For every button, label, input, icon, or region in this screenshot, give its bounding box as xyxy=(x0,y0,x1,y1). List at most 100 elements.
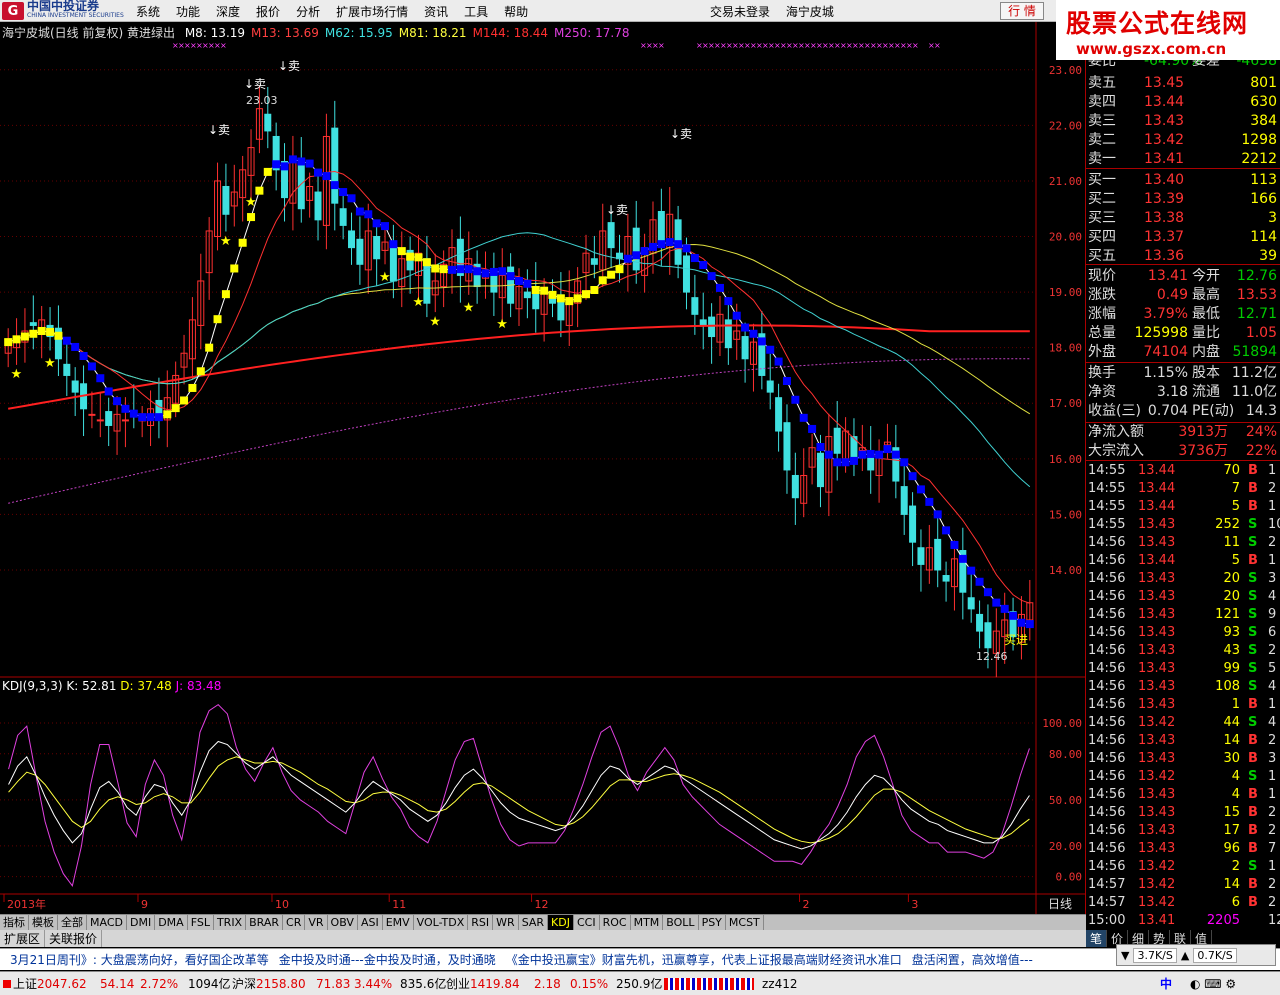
indicator-tab-mtm[interactable]: MTM xyxy=(631,915,664,930)
indicator-tab-vr[interactable]: VR xyxy=(305,915,328,930)
blue-block xyxy=(849,456,858,465)
menu-item-3[interactable]: 报价 xyxy=(248,3,288,20)
svg-text:×: × xyxy=(934,41,941,50)
indicator-tab-wr[interactable]: WR xyxy=(493,915,519,930)
ext-tab-0[interactable]: 扩展区 xyxy=(0,930,46,947)
indicator-tab-dmi[interactable]: DMI xyxy=(127,915,156,930)
quote-field-row: 净资 3.18 流通 11.0亿 xyxy=(1088,384,1277,400)
blue-block xyxy=(1017,618,1026,627)
price-axis-label: 23.00 xyxy=(1049,64,1082,77)
yellow-block xyxy=(180,396,189,405)
indicator-tab-mcst[interactable]: MCST xyxy=(726,915,764,930)
candle-body xyxy=(490,274,498,293)
indicator-tab-模板[interactable]: 模板 xyxy=(29,915,58,930)
indicator-tab-指标[interactable]: 指标 xyxy=(0,915,29,930)
blue-block xyxy=(121,404,130,413)
blue-block xyxy=(498,267,507,276)
yellow-block xyxy=(4,338,13,347)
cy-index-pct: 0.15% xyxy=(570,977,609,991)
indicator-tab-sar[interactable]: SAR xyxy=(519,915,549,930)
star-icon: ★ xyxy=(44,356,56,371)
indicator-tab-dma[interactable]: DMA xyxy=(155,915,188,930)
ma-label-3: M81: 18.21 xyxy=(398,26,467,40)
right-tab-0[interactable]: 笔 xyxy=(1086,930,1107,947)
ticker-item-0[interactable]: 3月21日周刊》: 大盘震荡向好，看好国企改革等 xyxy=(10,953,269,967)
blue-block xyxy=(489,267,498,276)
indicator-tab-全部[interactable]: 全部 xyxy=(58,915,87,930)
sz-index-change: 71.83 xyxy=(316,977,351,991)
price-axis-label: 15.00 xyxy=(1049,508,1082,521)
ticker-item-3[interactable]: 盘活闲置，高效增值--- xyxy=(912,953,1033,967)
quote-button[interactable]: 行 情 xyxy=(1000,2,1044,20)
indicator-tab-boll[interactable]: BOLL xyxy=(663,915,699,930)
svg-text:×: × xyxy=(658,41,665,50)
sh-index-change: 54.14 xyxy=(100,977,135,991)
menu-item-0[interactable]: 系统 xyxy=(128,3,168,20)
ime-indicator[interactable]: 中 xyxy=(1160,972,1172,995)
blue-block xyxy=(623,254,632,263)
indicator-tab-brar[interactable]: BRAR xyxy=(246,915,284,930)
indicator-tab-kdj[interactable]: KDJ xyxy=(548,915,574,930)
indicator-tab-asi[interactable]: ASI xyxy=(358,915,383,930)
blue-block xyxy=(280,162,289,171)
bid-row[interactable]: 买五 13.36 39 xyxy=(1086,247,1280,265)
yellow-block xyxy=(540,286,549,295)
ask-row[interactable]: 卖五 13.45 801 xyxy=(1086,74,1280,92)
candle-body xyxy=(833,427,841,454)
indicator-tab-roc[interactable]: ROC xyxy=(600,915,631,930)
ma-label-4: M144: 18.44 xyxy=(472,26,549,40)
bid-row[interactable]: 买四 13.37 114 xyxy=(1086,228,1280,246)
indicator-tab-psy[interactable]: PSY xyxy=(699,915,726,930)
bid-row[interactable]: 买二 13.39 166 xyxy=(1086,190,1280,208)
indicator-tab-cr[interactable]: CR xyxy=(283,915,306,930)
indicator-tab-vol-tdx[interactable]: VOL-TDX xyxy=(414,915,469,930)
blue-block xyxy=(992,598,1001,607)
yellow-block xyxy=(196,367,205,376)
bid-row[interactable]: 买三 13.38 3 xyxy=(1086,209,1280,227)
menu-item-7[interactable]: 工具 xyxy=(456,3,496,20)
quote-field-row: 外盘 74104 内盘 51894 xyxy=(1088,344,1277,360)
menu-item-4[interactable]: 分析 xyxy=(288,3,328,20)
indicator-tab-rsi[interactable]: RSI xyxy=(468,915,494,930)
candle-body xyxy=(976,613,984,632)
blue-block xyxy=(766,345,775,354)
cy-index-label[interactable]: 创业1419.84 xyxy=(446,972,520,995)
price-axis-label: 21.00 xyxy=(1049,175,1082,188)
period-label[interactable]: 日线 xyxy=(1048,897,1072,911)
sh-index-icon xyxy=(3,980,11,988)
ask-row[interactable]: 卖一 13.41 2212 xyxy=(1086,150,1280,168)
broker-logo: G 中国中投证券 CHINA INVESTMENT SECURITIES xyxy=(2,0,124,21)
ext-tab-1[interactable]: 关联报价 xyxy=(45,930,103,947)
trade-login-status[interactable]: 交易未登录 xyxy=(710,5,770,19)
indicator-tab-fsl[interactable]: FSL xyxy=(188,915,214,930)
blue-block xyxy=(1009,611,1018,620)
menu-item-1[interactable]: 功能 xyxy=(168,3,208,20)
sh-index-amount: 1094亿 xyxy=(188,977,231,991)
blue-block xyxy=(933,510,942,519)
ticker-item-2[interactable]: 《金中投迅赢宝》财富先机，迅赢尊享，代表上证报最高端财经资讯水准口 xyxy=(506,953,902,967)
yellow-block xyxy=(221,290,230,299)
indicator-tab-obv[interactable]: OBV xyxy=(328,915,358,930)
ticker-item-1[interactable]: 金中投及时通---金中投及时通，及时通晓 xyxy=(279,953,496,967)
menu-item-8[interactable]: 帮助 xyxy=(496,3,536,20)
ask-row[interactable]: 卖四 13.44 630 xyxy=(1086,93,1280,111)
yellow-block xyxy=(573,294,582,303)
news-ticker[interactable]: 3月21日周刊》: 大盘震荡向好，看好国企改革等 金中投及时通---金中投及时通，… xyxy=(0,948,1280,970)
menu-item-6[interactable]: 资讯 xyxy=(416,3,456,20)
menu-item-2[interactable]: 深度 xyxy=(208,3,248,20)
blue-block xyxy=(866,449,875,458)
ask-row[interactable]: 卖三 13.43 384 xyxy=(1086,112,1280,130)
indicator-tab-cci[interactable]: CCI xyxy=(574,915,600,930)
kline-chart[interactable]: 23.0022.0021.0020.0019.0018.0017.0016.00… xyxy=(0,22,1086,914)
sz-index-label[interactable]: 沪深2158.80 xyxy=(232,972,306,995)
blue-block xyxy=(113,397,122,406)
bid-row[interactable]: 买一 13.40 113 xyxy=(1086,171,1280,189)
indicator-tab-macd[interactable]: MACD xyxy=(87,915,127,930)
candle-body xyxy=(775,397,783,432)
chart-area[interactable]: 23.00 22.00 21.00 20.00 19.00 18.00 17.00 16.00… xyxy=(0,22,1086,914)
sh-index-label[interactable]: 上证2047.62 xyxy=(3,972,87,995)
menu-item-5[interactable]: 扩展市场行情 xyxy=(328,3,416,20)
ask-row[interactable]: 卖二 13.42 1298 xyxy=(1086,131,1280,149)
indicator-tab-emv[interactable]: EMV xyxy=(383,915,414,930)
indicator-tab-trix[interactable]: TRIX xyxy=(214,915,247,930)
